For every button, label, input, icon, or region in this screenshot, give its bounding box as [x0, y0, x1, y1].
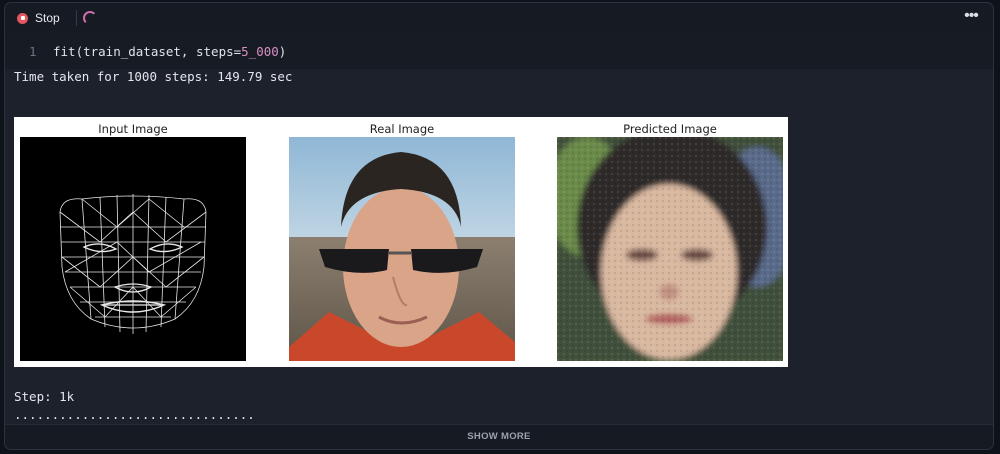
progress-dots: ................................: [14, 407, 255, 422]
stop-button[interactable]: Stop: [17, 9, 60, 27]
input-image-title: Input Image: [98, 122, 168, 136]
predicted-face-graphic: [557, 137, 783, 361]
code-number-literal: 5_000: [241, 44, 279, 59]
code-function-call: fit(train_dataset, steps=: [53, 44, 242, 59]
running-spinner-icon: [83, 11, 97, 25]
cell-output: Time taken for 1000 steps: 149.79 sec In…: [5, 69, 993, 427]
ellipsis-icon: •••: [964, 7, 979, 24]
time-taken-text: Time taken for 1000 steps: 149.79 sec: [14, 69, 293, 84]
real-image-photo: [289, 137, 515, 361]
face-mesh-graphic: [59, 194, 207, 334]
input-image-face-mesh: [20, 137, 246, 361]
line-number: 1: [29, 44, 37, 59]
notebook-cell: Stop ••• 1 fit(train_dataset, steps=5_00…: [4, 2, 994, 450]
step-text: Step: 1k: [14, 389, 75, 404]
cell-toolbar: Stop •••: [5, 3, 993, 34]
real-face-photo-graphic: [289, 137, 515, 361]
show-more-button[interactable]: SHOW MORE: [5, 424, 993, 449]
toolbar-divider: [76, 10, 77, 26]
code-closing-paren: ): [278, 44, 287, 59]
stop-label: Stop: [35, 11, 60, 25]
code-line: fit(train_dataset, steps=5_000): [53, 44, 286, 59]
predicted-image-photo: [557, 137, 783, 361]
predicted-image-title: Predicted Image: [623, 122, 717, 136]
code-editor[interactable]: 1 fit(train_dataset, steps=5_000): [5, 33, 993, 69]
stop-icon: [17, 12, 28, 24]
more-options-button[interactable]: •••: [963, 7, 979, 26]
output-figure: Input Image Real Image Predicted Image: [14, 117, 788, 367]
real-image-title: Real Image: [369, 122, 435, 136]
